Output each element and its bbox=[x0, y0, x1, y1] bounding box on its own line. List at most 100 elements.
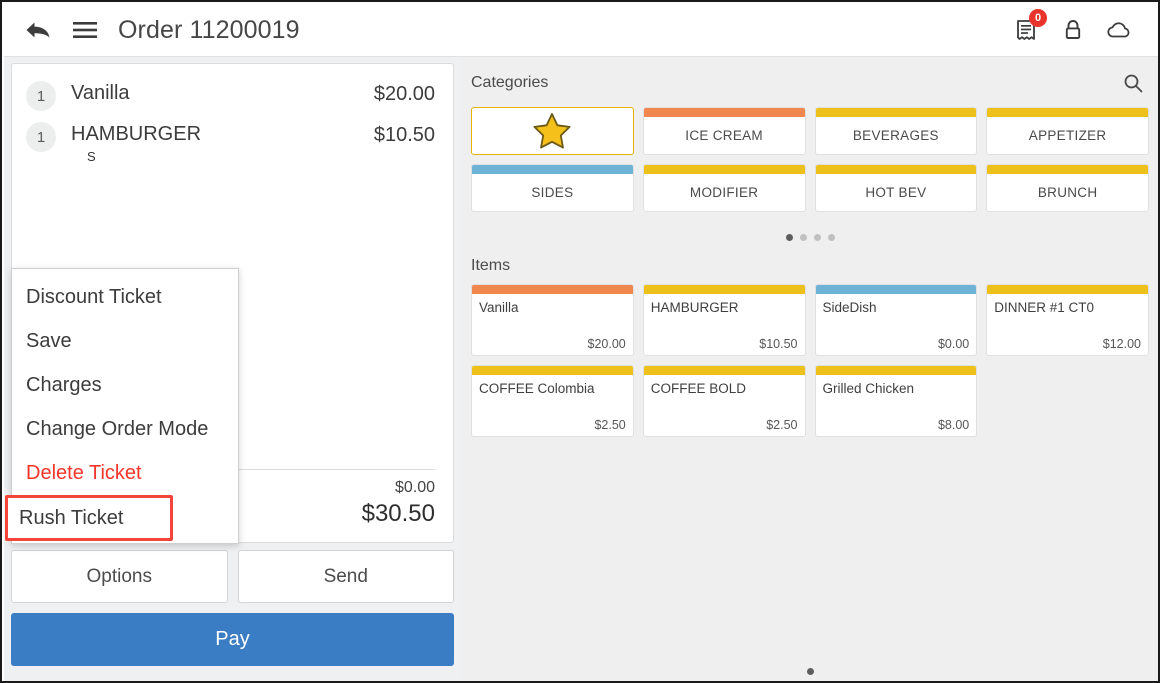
item-tile-sidedish[interactable]: SideDish $0.00 bbox=[814, 284, 978, 356]
item-tile-grilled-chicken[interactable]: Grilled Chicken $8.00 bbox=[814, 365, 978, 437]
categories-title: Categories bbox=[471, 74, 549, 91]
category-label: APPETIZER bbox=[1028, 128, 1107, 143]
category-label: HOT BEV bbox=[865, 185, 927, 200]
item-color-bar bbox=[643, 366, 805, 375]
order-line-item[interactable]: 1 Vanilla $20.00 bbox=[26, 80, 435, 111]
items-page-indicator[interactable] bbox=[461, 668, 1158, 675]
category-tile-modifier[interactable]: MODIFIER bbox=[642, 164, 806, 212]
category-color-bar bbox=[987, 165, 1148, 174]
line-item-name: Vanilla bbox=[71, 82, 130, 104]
item-price: $0.00 bbox=[937, 337, 970, 351]
page-dot[interactable] bbox=[807, 668, 814, 675]
item-tile-hamburger[interactable]: HAMBURGER $10.50 bbox=[642, 284, 806, 356]
search-icon[interactable] bbox=[1118, 68, 1148, 98]
app-header-bar: Order 11200019 0 bbox=[4, 4, 1158, 57]
item-tile-body: Grilled Chicken $8.00 bbox=[816, 375, 977, 436]
item-tile-dinner-1-ct0[interactable]: DINNER #1 CT0 $12.00 bbox=[986, 284, 1149, 356]
line-item-name: HAMBURGER bbox=[71, 123, 202, 145]
category-tile-favorites[interactable] bbox=[471, 107, 634, 155]
item-price: $12.00 bbox=[1102, 337, 1141, 351]
item-tile-body: COFFEE BOLD $2.50 bbox=[644, 375, 805, 436]
item-grid: Vanilla $20.00 HAMBURGER $10.50 SideDish… bbox=[461, 275, 1158, 437]
category-color-bar bbox=[643, 165, 805, 174]
item-price: $10.50 bbox=[759, 337, 798, 351]
items-header: Items bbox=[461, 241, 1158, 275]
line-item-price: $10.50 bbox=[373, 124, 435, 146]
category-tile-beverages[interactable]: BEVERAGES bbox=[814, 107, 978, 155]
item-color-bar bbox=[815, 366, 977, 375]
item-tile-body: HAMBURGER $10.50 bbox=[644, 294, 805, 355]
item-color-bar bbox=[987, 285, 1148, 294]
category-label: SIDES bbox=[531, 185, 574, 200]
menu-item-delete-ticket[interactable]: Delete Ticket bbox=[12, 451, 238, 495]
item-name: HAMBURGER bbox=[650, 300, 739, 315]
favorites-tile-inner bbox=[472, 108, 633, 154]
items-title: Items bbox=[471, 257, 511, 274]
cloud-icon[interactable] bbox=[1096, 7, 1142, 53]
category-color-bar bbox=[815, 165, 977, 174]
menu-item-change-order-mode[interactable]: Change Order Mode bbox=[12, 407, 238, 451]
category-tile-sides[interactable]: SIDES bbox=[471, 164, 634, 212]
line-item-qty: 1 bbox=[26, 122, 56, 152]
item-tile-body: SideDish $0.00 bbox=[816, 294, 977, 355]
item-tile-vanilla[interactable]: Vanilla $20.00 bbox=[471, 284, 634, 356]
item-price: $20.00 bbox=[587, 337, 626, 351]
page-dot[interactable] bbox=[814, 234, 821, 241]
item-color-bar bbox=[472, 366, 633, 375]
lock-icon[interactable] bbox=[1050, 7, 1096, 53]
menu-item-rush-ticket[interactable]: Rush Ticket bbox=[5, 495, 173, 541]
item-tile-body: DINNER #1 CT0 $12.00 bbox=[987, 294, 1148, 355]
category-tile-appetizer[interactable]: APPETIZER bbox=[986, 107, 1149, 155]
category-label: BEVERAGES bbox=[852, 128, 939, 143]
item-tile-body: Vanilla $20.00 bbox=[472, 294, 633, 355]
page-dot[interactable] bbox=[800, 234, 807, 241]
page-title: Order 11200019 bbox=[118, 15, 300, 44]
star-icon bbox=[533, 113, 571, 149]
menu-item-charges[interactable]: Charges bbox=[12, 363, 238, 407]
back-arrow-icon[interactable] bbox=[16, 8, 60, 52]
item-name: Vanilla bbox=[479, 300, 519, 315]
category-grid: ICE CREAM BEVERAGES APPETIZER SIDES MODI… bbox=[461, 98, 1158, 212]
options-button[interactable]: Options bbox=[11, 550, 228, 603]
order-line-item[interactable]: 1 HAMBURGER S $10.50 bbox=[26, 121, 435, 166]
line-item-qty: 1 bbox=[26, 81, 56, 111]
ticket-context-menu: Discount Ticket Save Charges Change Orde… bbox=[5, 268, 239, 544]
item-tile-body: COFFEE Colombia $2.50 bbox=[472, 375, 633, 436]
menu-item-save[interactable]: Save bbox=[12, 319, 238, 363]
line-item-main: HAMBURGER S bbox=[56, 121, 374, 166]
line-item-modifier: S bbox=[87, 149, 96, 164]
pay-button[interactable]: Pay bbox=[11, 613, 454, 666]
categories-page-indicator[interactable] bbox=[461, 212, 1158, 241]
category-label: BRUNCH bbox=[1037, 185, 1098, 200]
line-item-main: Vanilla bbox=[56, 80, 374, 107]
item-name: SideDish bbox=[822, 300, 877, 315]
ticket-action-row: Options Send bbox=[11, 550, 454, 603]
item-color-bar bbox=[815, 285, 977, 294]
line-item-price: $20.00 bbox=[373, 83, 435, 105]
item-color-bar bbox=[472, 285, 633, 294]
item-name: COFFEE BOLD bbox=[650, 381, 747, 396]
category-tile-ice-cream[interactable]: ICE CREAM bbox=[642, 107, 806, 155]
receipt-icon[interactable]: 0 bbox=[1004, 7, 1050, 53]
category-color-bar bbox=[472, 165, 633, 174]
hamburger-menu-icon[interactable] bbox=[66, 8, 104, 52]
page-dot[interactable] bbox=[828, 234, 835, 241]
receipt-count-badge: 0 bbox=[1029, 9, 1047, 27]
category-label: MODIFIER bbox=[689, 185, 759, 200]
item-tile-coffee-bold[interactable]: COFFEE BOLD $2.50 bbox=[642, 365, 806, 437]
item-name: DINNER #1 CT0 bbox=[994, 300, 1095, 315]
pos-app-window: Order 11200019 0 1 Vanilla $20.00 1 HAMB… bbox=[0, 0, 1160, 683]
header-left-group: Order 11200019 bbox=[4, 8, 300, 52]
categories-header: Categories bbox=[461, 57, 1158, 98]
category-tile-hot-bev[interactable]: HOT BEV bbox=[814, 164, 978, 212]
category-tile-brunch[interactable]: BRUNCH bbox=[986, 164, 1149, 212]
category-color-bar bbox=[815, 108, 977, 117]
item-color-bar bbox=[643, 285, 805, 294]
page-dot[interactable] bbox=[786, 234, 793, 241]
item-tile-coffee-colombia[interactable]: COFFEE Colombia $2.50 bbox=[471, 365, 634, 437]
total-value: $30.50 bbox=[361, 500, 435, 527]
tax-value: $0.00 bbox=[394, 479, 435, 496]
menu-item-discount-ticket[interactable]: Discount Ticket bbox=[12, 275, 238, 319]
send-button[interactable]: Send bbox=[237, 550, 454, 603]
order-item-list: 1 Vanilla $20.00 1 HAMBURGER S $10.50 bbox=[12, 64, 453, 166]
